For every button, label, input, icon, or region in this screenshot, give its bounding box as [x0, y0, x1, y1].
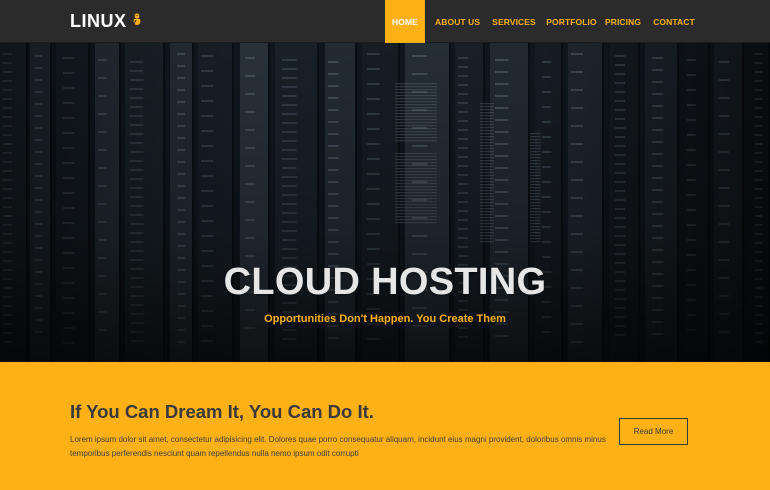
nav-contact[interactable]: CONTACT — [646, 0, 702, 43]
nav-portfolio[interactable]: PORTFOLIO — [543, 0, 600, 43]
nav-services[interactable]: SERVICES — [485, 0, 543, 43]
hero-title: CLOUD HOSTING — [223, 261, 547, 303]
cta-heading: If You Can Dream It, You Can Do It. — [70, 401, 374, 422]
nav-home[interactable]: HOME — [385, 0, 425, 43]
main-nav: HOME ABOUT US SERVICES PORTFOLIO PRICING… — [385, 0, 702, 43]
cta-section: If You Can Dream It, You Can Do It. Lore… — [0, 362, 770, 490]
penguin-icon — [133, 13, 140, 25]
hero-subtitle: Opportunities Don't Happen. You Create T… — [264, 313, 506, 325]
hero-banner: CLOUD HOSTING Opportunities Don't Happen… — [0, 43, 770, 362]
nav-about-us[interactable]: ABOUT US — [425, 0, 485, 43]
read-more-button[interactable]: Read More — [619, 418, 688, 445]
logo-text: LINUX — [70, 10, 127, 31]
logo[interactable]: LINUX — [70, 10, 143, 32]
nav-pricing[interactable]: PRICING — [600, 0, 646, 43]
navbar: LINUX HOME ABOUT US SERVICES PORTFOLIO P… — [0, 0, 770, 43]
cta-text: Lorem ipsum dolor sit amet, consectetur … — [70, 435, 606, 458]
